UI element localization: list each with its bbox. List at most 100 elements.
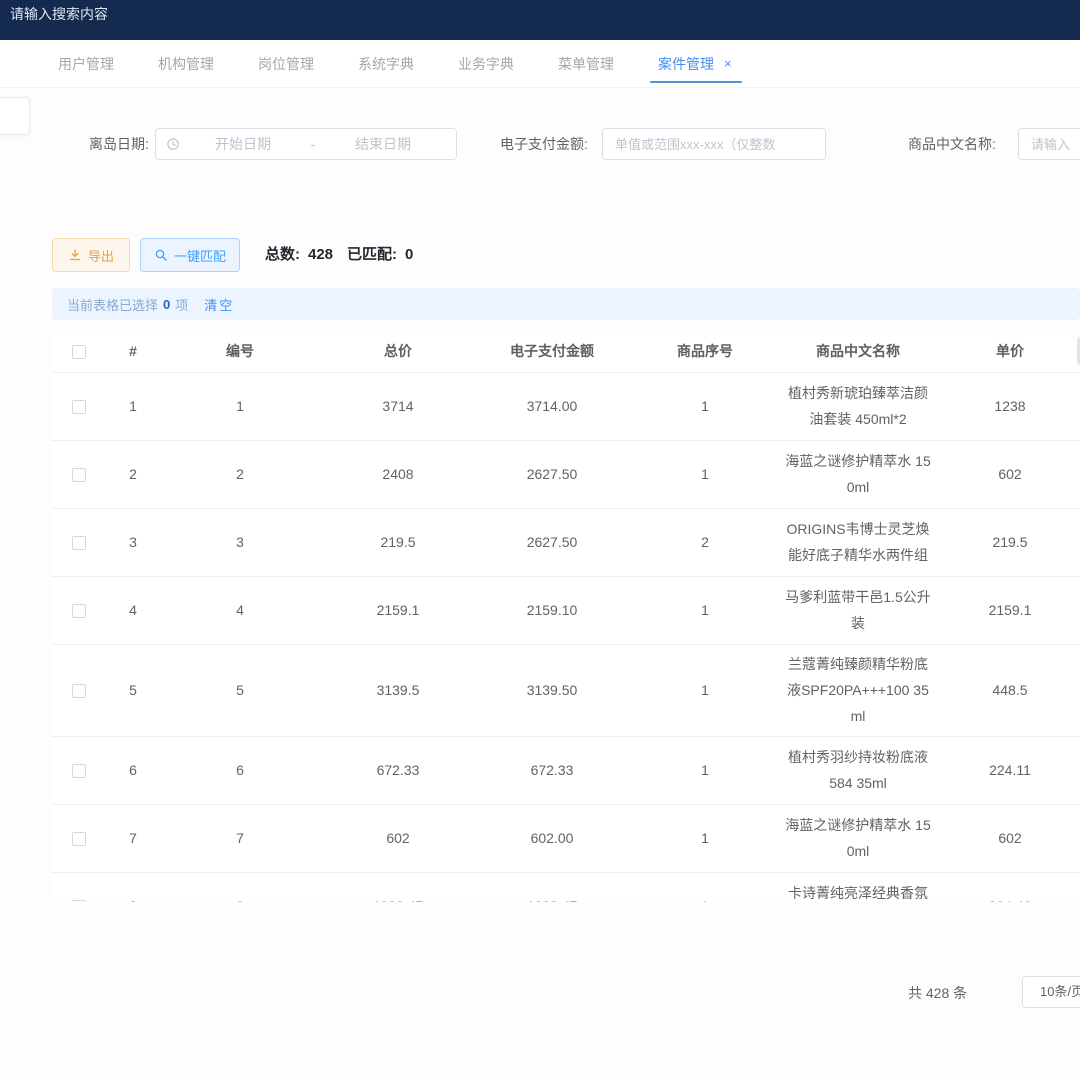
tab-case-management[interactable]: 案件管理 × (658, 40, 732, 88)
table-row: 5 5 3139.5 3139.50 1 兰蔻菁纯臻颜精华粉底液SPF20PA+… (52, 644, 1080, 736)
header-code: 编号 (160, 330, 320, 372)
cell-unit: 219.5 (934, 508, 1080, 576)
tab-label: 机构管理 (158, 54, 214, 74)
close-tab-icon[interactable]: × (724, 56, 732, 71)
cell-name: 植村秀新琥珀臻萃洁颜油套装 450ml*2 (782, 372, 934, 440)
cell-name: 兰蔻菁纯臻颜精华粉底液SPF20PA+++100 35ml (782, 644, 934, 736)
table-row: 8 8 1003.47 1003.47 1 卡诗菁纯亮泽经典香氛 334.49 (52, 872, 1080, 902)
end-date-input[interactable]: 结束日期 (320, 134, 446, 154)
cell-seq: 1 (628, 440, 782, 508)
departure-date-range-picker[interactable]: 开始日期 - 结束日期 (155, 128, 457, 160)
matched-label: 已匹配: (347, 246, 397, 263)
tab-menu-management[interactable]: 菜单管理 (558, 40, 614, 88)
table-row: 6 6 672.33 672.33 1 植村秀羽纱持妆粉底液 584 35ml … (52, 736, 1080, 804)
total-value: 428 (308, 246, 333, 263)
tab-business-dict[interactable]: 业务字典 (458, 40, 514, 88)
cell-epay: 602.00 (476, 804, 628, 872)
select-all-checkbox[interactable] (72, 345, 86, 359)
cell-epay: 3714.00 (476, 372, 628, 440)
cell-name: 植村秀羽纱持妆粉底液 584 35ml (782, 736, 934, 804)
header-total-price: 总价 (320, 330, 476, 372)
cell-total: 672.33 (320, 736, 476, 804)
selection-prefix: 当前表格已选择 (67, 295, 158, 314)
page-size-select[interactable]: 10条/页 (1022, 976, 1080, 1008)
tab-system-dict[interactable]: 系统字典 (358, 40, 414, 88)
row-checkbox[interactable] (72, 832, 86, 846)
cell-checkbox (52, 576, 106, 644)
total-label: 总数: (265, 246, 300, 263)
date-range-separator: - (306, 136, 320, 152)
cell-epay: 3139.50 (476, 644, 628, 736)
cell-unit: 2159.1 (934, 576, 1080, 644)
tab-label: 菜单管理 (558, 54, 614, 74)
matched-value: 0 (405, 246, 413, 263)
cases-table: # 编号 总价 电子支付金额 商品序号 商品中文名称 单价 1 1 3714 3… (52, 330, 1080, 902)
product-name-label: 商品中文名称: (908, 128, 996, 160)
cell-epay: 2627.50 (476, 440, 628, 508)
row-checkbox[interactable] (72, 684, 86, 698)
selection-suffix: 项 (175, 295, 188, 314)
row-checkbox[interactable] (72, 604, 86, 618)
clear-selection-link[interactable]: 清空 (204, 295, 234, 314)
table-row: 4 4 2159.1 2159.10 1 马爹利蓝带干邑1.5公升装 2159.… (52, 576, 1080, 644)
cell-code: 1 (160, 372, 320, 440)
table-row: 7 7 602 602.00 1 海蓝之谜修护精萃水 150ml 602 (52, 804, 1080, 872)
cell-checkbox (52, 372, 106, 440)
tab-bar: 用户管理 机构管理 岗位管理 系统字典 业务字典 菜单管理 案件管理 × (0, 40, 1080, 88)
tab-label: 系统字典 (358, 54, 414, 74)
cell-code: 4 (160, 576, 320, 644)
product-name-field-box (1018, 128, 1080, 160)
table-row: 2 2 2408 2627.50 1 海蓝之谜修护精萃水 150ml 602 (52, 440, 1080, 508)
selection-info-bar: 当前表格已选择 0 项 清空 (52, 288, 1080, 320)
collapsed-side-panel[interactable] (0, 97, 30, 135)
tab-label: 岗位管理 (258, 54, 314, 74)
cell-total: 1003.47 (320, 872, 476, 902)
header-product-name: 商品中文名称 (782, 330, 934, 372)
row-checkbox[interactable] (72, 536, 86, 550)
header-unit-price: 单价 (934, 330, 1080, 372)
cell-total: 3139.5 (320, 644, 476, 736)
cell-name: ORIGINS韦博士灵芝焕能好底子精华水两件组 (782, 508, 934, 576)
row-checkbox[interactable] (72, 900, 86, 902)
pagination-total: 共 428 条 (908, 978, 967, 1008)
global-search-input[interactable]: 请输入搜索内容 (10, 4, 108, 24)
export-button[interactable]: 导出 (52, 238, 130, 272)
epay-amount-input[interactable] (603, 129, 825, 159)
tab-label: 业务字典 (458, 54, 514, 74)
selection-count: 0 (163, 297, 170, 312)
tab-user-management[interactable]: 用户管理 (58, 40, 114, 88)
cell-code: 2 (160, 440, 320, 508)
cell-code: 6 (160, 736, 320, 804)
tab-org-management[interactable]: 机构管理 (158, 40, 214, 88)
clock-icon (166, 137, 180, 151)
cell-unit: 1238 (934, 372, 1080, 440)
row-checkbox[interactable] (72, 468, 86, 482)
table-row: 1 1 3714 3714.00 1 植村秀新琥珀臻萃洁颜油套装 450ml*2… (52, 372, 1080, 440)
cell-index: 4 (106, 576, 160, 644)
cell-seq: 2 (628, 508, 782, 576)
cell-name: 卡诗菁纯亮泽经典香氛 (782, 872, 934, 902)
one-click-match-button[interactable]: 一键匹配 (140, 238, 240, 272)
cell-seq: 1 (628, 372, 782, 440)
row-checkbox[interactable] (72, 764, 86, 778)
cell-seq: 1 (628, 736, 782, 804)
cell-unit: 448.5 (934, 644, 1080, 736)
match-stats: 总数: 428 已匹配: 0 (265, 238, 413, 272)
start-date-input[interactable]: 开始日期 (180, 134, 306, 154)
match-label: 一键匹配 (174, 246, 226, 265)
cell-checkbox (52, 508, 106, 576)
cell-name: 海蓝之谜修护精萃水 150ml (782, 440, 934, 508)
product-name-input[interactable] (1019, 129, 1080, 159)
header-product-seq: 商品序号 (628, 330, 782, 372)
tab-label: 用户管理 (58, 54, 114, 74)
cell-seq: 1 (628, 644, 782, 736)
tab-post-management[interactable]: 岗位管理 (258, 40, 314, 88)
cell-index: 1 (106, 372, 160, 440)
row-checkbox[interactable] (72, 400, 86, 414)
cell-unit: 334.49 (934, 872, 1080, 902)
cell-epay: 2627.50 (476, 508, 628, 576)
header-index: # (106, 330, 160, 372)
cell-checkbox (52, 736, 106, 804)
header-epay-amount: 电子支付金额 (476, 330, 628, 372)
cell-total: 3714 (320, 372, 476, 440)
